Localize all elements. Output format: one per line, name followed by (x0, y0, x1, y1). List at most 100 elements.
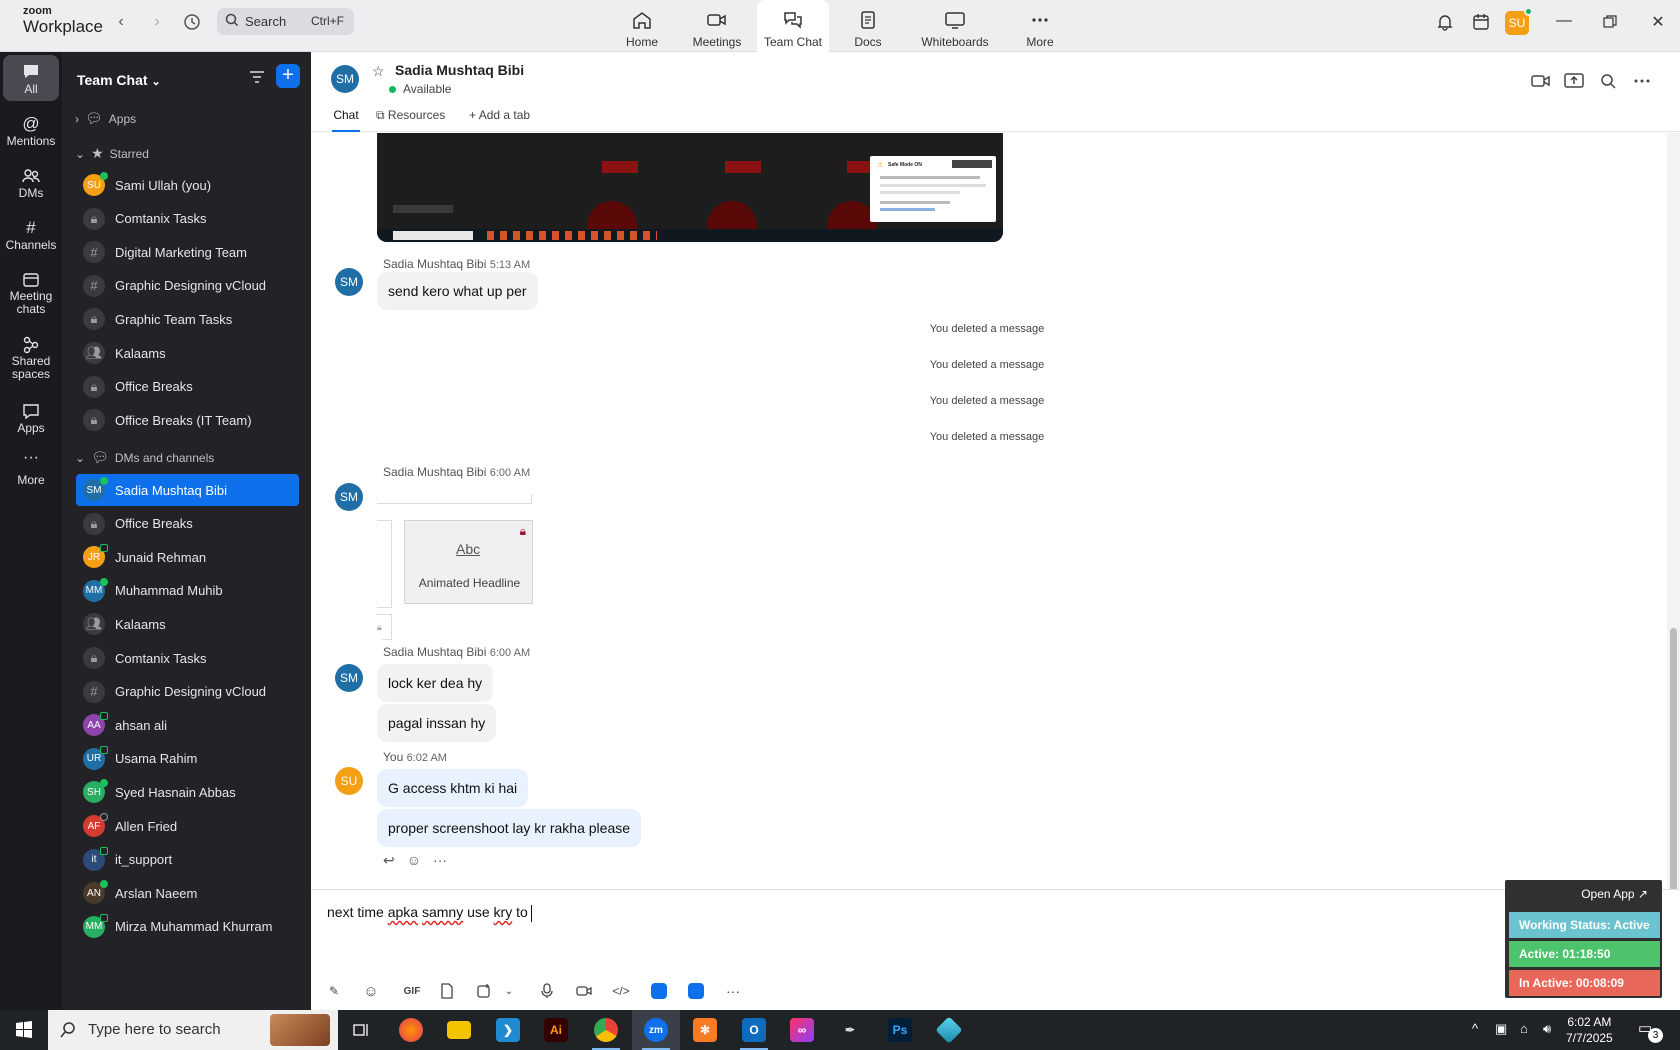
tab-home[interactable]: Home (602, 0, 682, 52)
message-bubble[interactable]: pagal inssan hy (377, 704, 497, 742)
pen-tool-icon[interactable]: ✒ (826, 1010, 874, 1050)
sidebar-item[interactable]: # Graphic Designing vCloud (76, 676, 299, 708)
sidebar-item[interactable]: 🔒︎ Comtanix Tasks (76, 203, 299, 235)
outlook-icon[interactable]: O (730, 1010, 778, 1050)
notifications-icon[interactable]: ▭ 3 (1638, 1019, 1663, 1043)
sidebar-item[interactable]: # Graphic Designing vCloud (76, 270, 299, 302)
sidebar-item[interactable]: 🔒︎ Office Breaks (IT Team) (76, 404, 299, 436)
contact-avatar[interactable]: SM (331, 65, 359, 93)
illustrator-icon[interactable]: Ai (532, 1010, 580, 1050)
open-app-link[interactable]: Open App ↗ (1581, 887, 1648, 901)
new-chat-button[interactable]: + (276, 64, 300, 88)
tray-chevron-icon[interactable]: ^ (1472, 1021, 1478, 1036)
tray-icon[interactable]: ▣ (1495, 1021, 1507, 1037)
sidebar-item[interactable]: SM Sadia Mushtaq Bibi (76, 474, 299, 506)
sidebar-item[interactable]: # Digital Marketing Team (76, 236, 299, 268)
sidebar-item[interactable]: 🔒︎ Comtanix Tasks (76, 642, 299, 674)
firefox-icon[interactable] (387, 1010, 435, 1050)
rail-meeting-chats[interactable]: Meeting chats (3, 270, 59, 316)
sidebar-item[interactable]: AF Allen Fried (76, 810, 299, 842)
contact-name[interactable]: Sadia Mushtaq Bibi (395, 62, 524, 78)
rail-all[interactable]: All (3, 55, 59, 101)
rail-mentions[interactable]: @ Mentions (3, 114, 59, 148)
tab-whiteboards[interactable]: Whiteboards (915, 0, 995, 52)
more-actions-icon[interactable]: ··· (433, 852, 447, 869)
star-icon[interactable]: ☆ (372, 63, 385, 80)
close-button[interactable]: ✕ (1644, 12, 1672, 34)
code-snippet-icon[interactable]: </> (610, 980, 632, 1002)
rail-shared-spaces[interactable]: Shared spaces (3, 335, 59, 381)
sidebar-item[interactable]: UR Usama Rahim (76, 743, 299, 775)
tab-add[interactable]: + Add a tab (469, 108, 530, 132)
taskbar-search[interactable]: Type here to search (48, 1010, 338, 1050)
zoom-chat-app-icon[interactable] (685, 980, 707, 1002)
sidebar-item[interactable]: AN Arslan Naeem (76, 877, 299, 909)
tab-docs[interactable]: Docs (828, 0, 908, 52)
image-attachment[interactable]: 🔒︎ Abc Animated Headline 🔒︎ (377, 494, 542, 640)
search-box[interactable]: Search Ctrl+F (217, 8, 354, 35)
app-diamond-icon[interactable] (925, 1010, 973, 1050)
sidebar-item[interactable]: 🔒︎ Office Breaks (76, 508, 299, 540)
calendar-icon[interactable] (1469, 10, 1493, 34)
filter-icon[interactable] (246, 66, 268, 88)
photoshop-icon[interactable]: Ps (876, 1010, 924, 1050)
sender-name[interactable]: Sadia Mushtaq Bibi (383, 257, 486, 271)
image-attachment[interactable]: ⚠ Safe Mode ON (377, 133, 1003, 242)
sidebar-item[interactable]: SU Sami Ullah (you) (76, 169, 299, 201)
sidebar-section[interactable]: ⌄ ★ Starred (75, 145, 149, 162)
scrollbar-thumb[interactable] (1670, 628, 1677, 917)
zoom-taskbar-icon[interactable]: zm (632, 1010, 680, 1050)
sidebar-section[interactable]: ⌄ 💬︎ DMs and channels (75, 449, 214, 466)
creative-cloud-icon[interactable]: ∞ (778, 1010, 826, 1050)
sidebar-item[interactable]: AA ahsan ali (76, 709, 299, 741)
emoji-icon[interactable]: ☺︎ (360, 980, 382, 1002)
forward-arrow-icon[interactable]: › (145, 10, 169, 34)
sender-avatar[interactable]: SM (335, 483, 363, 511)
my-avatar[interactable]: SU (335, 767, 363, 795)
chevron-down-icon[interactable]: ⌄ (498, 980, 520, 1002)
tab-meetings[interactable]: Meetings (677, 0, 757, 52)
more-tools-icon[interactable]: ··· (722, 980, 744, 1002)
back-arrow-icon[interactable]: ‹ (109, 10, 133, 34)
format-icon[interactable]: ✎ (323, 980, 345, 1002)
sidebar-item[interactable]: it it_support (76, 844, 299, 876)
sender-avatar[interactable]: SM (335, 268, 363, 296)
screenshot-icon[interactable] (473, 980, 495, 1002)
chrome-icon[interactable] (582, 1010, 630, 1050)
video-call-icon[interactable] (1530, 70, 1552, 92)
sender-name[interactable]: Sadia Mushtaq Bibi (383, 645, 486, 659)
rail-more[interactable]: ··· More (3, 450, 59, 488)
composer-input[interactable]: next time apka samny use kry to (327, 904, 532, 922)
file-explorer-icon[interactable] (435, 1010, 483, 1050)
sidebar-item[interactable]: 👥︎ Kalaams (76, 608, 299, 640)
sidebar-item[interactable]: JR Junaid Rehman (76, 541, 299, 573)
xampp-icon[interactable]: ✻ (681, 1010, 729, 1050)
sidebar-item[interactable]: 🔒︎ Graphic Team Tasks (76, 303, 299, 335)
taskbar-clock[interactable]: 6:02 AM 7/7/2025 (1566, 1014, 1613, 1046)
sender-avatar[interactable]: SM (335, 664, 363, 692)
message-bubble[interactable]: send kero what up per (377, 272, 538, 310)
user-avatar[interactable]: SU (1505, 7, 1533, 35)
tab-chat[interactable]: Chat (332, 108, 360, 132)
rail-apps[interactable]: Apps (3, 401, 59, 435)
message-bubble[interactable]: G access khtm ki hai (377, 769, 529, 807)
network-icon[interactable]: ⌂ (1520, 1021, 1528, 1036)
zoom-app-icon[interactable] (648, 980, 670, 1002)
task-view-icon[interactable] (338, 1010, 386, 1050)
tab-resources[interactable]: ⧉ Resources (376, 108, 445, 132)
video-message-icon[interactable] (573, 980, 595, 1002)
sidebar-item[interactable]: 👥︎ Kalaams (76, 337, 299, 369)
sender-name[interactable]: Sadia Mushtaq Bibi (383, 465, 486, 479)
message-scrollbar[interactable] (1667, 133, 1680, 917)
emoji-react-icon[interactable]: ☺︎ (407, 852, 421, 869)
windows-start-icon[interactable] (0, 1010, 48, 1050)
share-screen-icon[interactable] (1563, 70, 1585, 92)
volume-icon[interactable]: 🔊︎ (1543, 1021, 1551, 1037)
more-options-icon[interactable] (1631, 70, 1653, 92)
sidebar-item[interactable]: MM Mirza Muhammad Khurram (76, 911, 299, 943)
vscode-icon[interactable]: ❯ (484, 1010, 532, 1050)
bell-icon[interactable] (1433, 10, 1457, 34)
search-icon[interactable] (1597, 70, 1619, 92)
tab-team-chat[interactable]: Team Chat (757, 0, 829, 53)
rail-dms[interactable]: DMs (3, 166, 59, 200)
